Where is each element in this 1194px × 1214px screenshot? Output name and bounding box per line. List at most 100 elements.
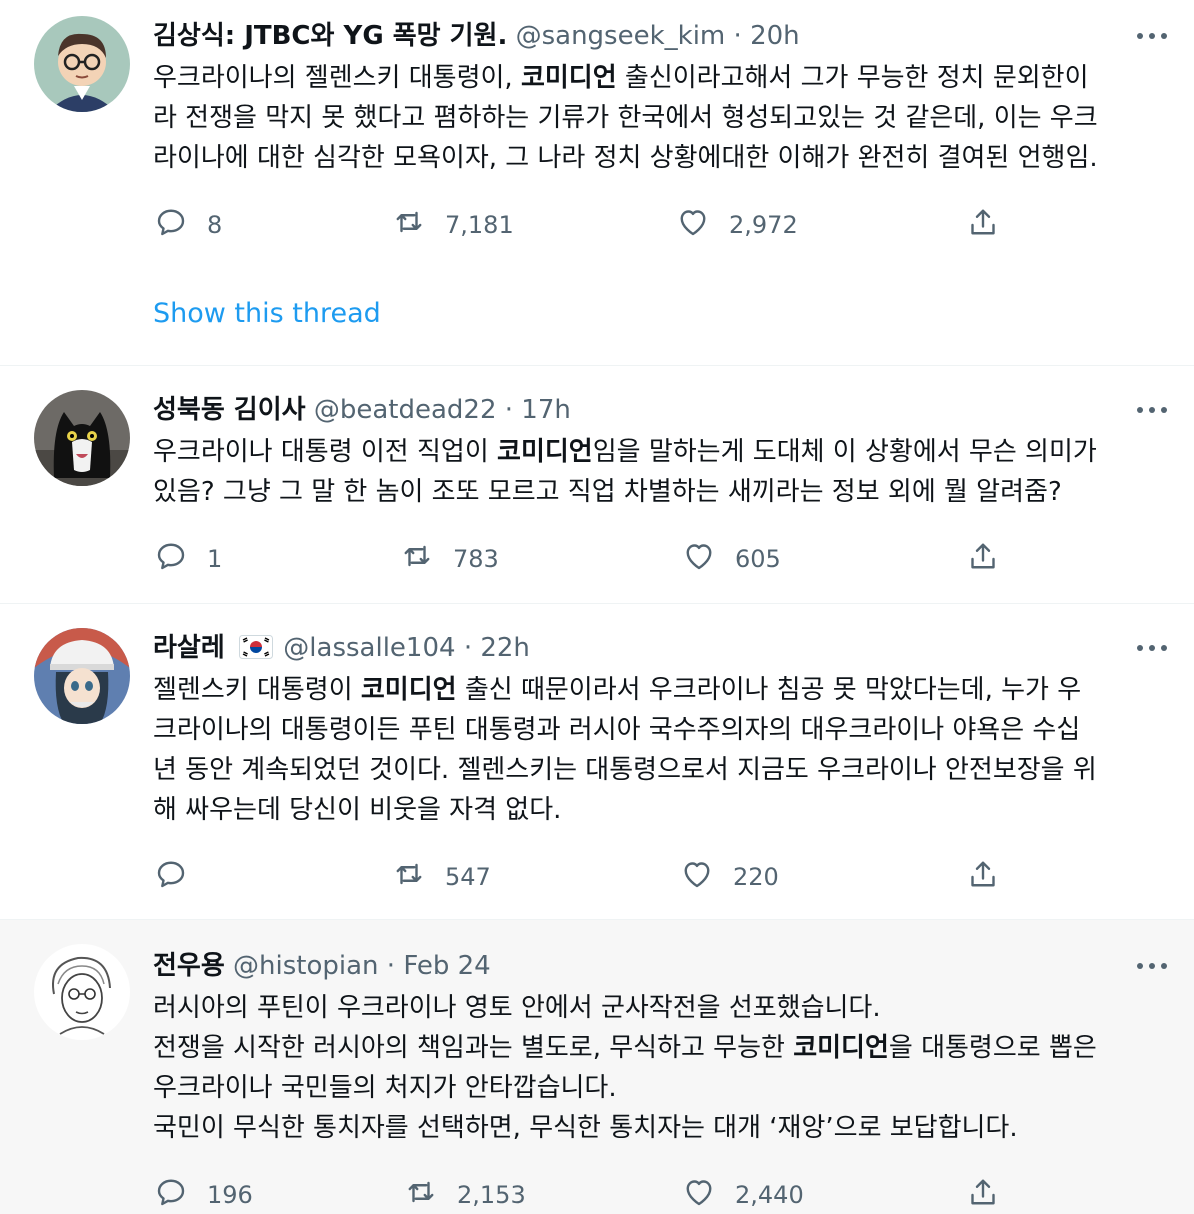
share-button[interactable] [965,859,1001,895]
reply-icon [153,856,189,898]
retweet-icon [391,856,427,898]
reply-icon [153,538,189,580]
retweet-button[interactable]: 7,181 [391,207,514,243]
retweet-icon [403,1174,439,1214]
like-button[interactable]: 220 [679,859,779,895]
tweet-time[interactable]: Feb 24 [403,951,490,981]
tweet-text-line: 우크라이나 대통령 이전 직업이 코미디언임을 말하는게 도대체 이 상황에서 … [153,437,1097,467]
reply-count: 8 [207,211,223,239]
bold-keyword: 코미디언 [793,1033,889,1063]
share-icon [965,1174,1001,1214]
tweet-text-line: 젤렌스키 대통령이 코미디언 출신 때문이라서 우크라이나 침공 못 막았다는데… [153,675,1082,705]
tweet-text-line: 크라이나의 대통령이든 푸틴 대통령과 러시아 국수주의자의 대우크라이나 야욕… [153,715,1081,745]
separator-dot: · [463,633,473,663]
display-name[interactable]: 성북동 김이사 [153,395,306,425]
share-icon [965,856,1001,898]
reply-button[interactable]: 1 [153,541,222,577]
retweet-count: 783 [453,545,499,573]
retweet-icon [399,538,435,580]
separator-dot: · [504,395,514,425]
share-button[interactable] [965,541,1001,577]
reply-count: 196 [207,1181,253,1209]
tweet-time[interactable]: 20h [750,21,800,51]
tweet[interactable]: 김상식: JTBC와 YG 폭망 기원. @sangseek_kim · 20h… [0,0,1194,366]
display-name[interactable]: 라살레 [153,633,225,663]
tweet-text-line: 라 전쟁을 막지 못 했다고 폄하하는 기류가 한국에서 형성되고있는 것 같은… [153,103,1098,133]
tweet-text-line: 전쟁을 시작한 러시아의 책임과는 별도로, 무식하고 무능한 코미디언을 대통… [153,1033,1097,1063]
tweet-actions: 547 220 [153,859,1033,895]
bold-keyword: 코미디언 [497,437,593,467]
tweet-actions: 8 7,181 2,972 [153,207,1033,243]
heart-icon [681,1174,717,1214]
tweet-text: 젤렌스키 대통령이 코미디언 출신 때문이라서 우크라이나 침공 못 막았다는데… [153,670,1173,830]
tweet-feed: 김상식: JTBC와 YG 폭망 기원. @sangseek_kim · 20h… [0,0,1194,1214]
more-icon[interactable] [1134,26,1170,46]
reply-count: 1 [207,545,223,573]
tweet-text: 러시아의 푸틴이 우크라이나 영토 안에서 군사작전을 선포했습니다. 전쟁을 … [153,988,1173,1148]
bold-keyword: 코미디언 [520,63,617,93]
reply-button[interactable] [153,859,207,895]
tweet[interactable]: 성북동 김이사 @beatdead22 · 17h 우크라이나 대통령 이전 직… [0,366,1194,604]
tweet-text-line: 국민이 무식한 통치자를 선택하면, 무식한 통치자는 대개 ‘재앙’으로 보답… [153,1113,1018,1143]
tweet-header: 성북동 김이사 @beatdead22 · 17h [153,393,571,427]
tweet[interactable]: 전우용 @histopian · Feb 24 러시아의 푸틴이 우크라이나 영… [0,920,1194,1214]
reply-icon [153,1174,189,1214]
tweet-header: 라살레 @lassalle104 · 22h [153,631,530,665]
tweet-text: 우크라이나 대통령 이전 직업이 코미디언임을 말하는게 도대체 이 상황에서 … [153,432,1173,512]
retweet-button[interactable]: 783 [399,541,499,577]
avatar[interactable] [34,390,130,486]
user-handle[interactable]: @histopian [233,951,379,981]
like-button[interactable]: 2,440 [681,1177,804,1213]
retweet-button[interactable]: 2,153 [403,1177,526,1213]
tweet-actions: 1 783 605 [153,541,1033,577]
like-count: 2,440 [735,1181,804,1209]
heart-icon [675,204,711,246]
tweet-actions: 196 2,153 2,440 [153,1177,1033,1213]
more-icon[interactable] [1134,956,1170,976]
tweet-header: 김상식: JTBC와 YG 폭망 기원. @sangseek_kim · 20h [153,19,800,53]
like-button[interactable]: 2,972 [675,207,798,243]
retweet-button[interactable]: 547 [391,859,491,895]
user-handle[interactable]: @beatdead22 [314,395,497,425]
more-icon[interactable] [1134,638,1170,658]
tweet-time[interactable]: 22h [480,633,530,663]
avatar[interactable] [34,16,130,112]
tweet-text-line: 있음? 그냥 그 말 한 놈이 조또 모르고 직업 차별하는 새끼라는 정보 외… [153,477,1062,507]
share-icon [965,204,1001,246]
reply-button[interactable]: 8 [153,207,222,243]
share-button[interactable] [965,1177,1001,1213]
tweet-text-line: 년 동안 계속되었던 것이다. 젤렌스키는 대통령으로서 지금도 우크라이나 안… [153,755,1097,785]
separator-dot: · [733,21,742,51]
display-name[interactable]: 김상식: JTBC와 YG 폭망 기원. [153,21,507,51]
tweet-time[interactable]: 17h [521,395,571,425]
heart-icon [679,856,715,898]
user-handle[interactable]: @lassalle104 [283,633,455,663]
more-icon[interactable] [1134,400,1170,420]
tweet-text-line: 우크라이나의 젤렌스키 대통령이, 코미디언 출신이라고해서 그가 무능한 정치… [153,63,1089,93]
avatar[interactable] [34,944,130,1040]
avatar[interactable] [34,628,130,724]
user-handle[interactable]: @sangseek_kim [516,21,726,51]
display-name[interactable]: 전우용 [153,951,225,981]
reply-icon [153,204,189,246]
tweet-text: 우크라이나의 젤렌스키 대통령이, 코미디언 출신이라고해서 그가 무능한 정치… [153,58,1173,178]
tweet-text-line: 라이나에 대한 심각한 모욕이자, 그 나라 정치 상황에대한 이해가 완전히 … [153,143,1098,173]
share-button[interactable] [965,207,1001,243]
reply-button[interactable]: 196 [153,1177,253,1213]
tweet[interactable]: 라살레 @lassalle104 · 22h 젤렌스키 대통령이 코미디언 출신… [0,604,1194,920]
tweet-text-line: 러시아의 푸틴이 우크라이나 영토 안에서 군사작전을 선포했습니다. [153,993,881,1023]
share-icon [965,538,1001,580]
tweet-text-line: 해 싸우는데 당신이 비웃을 자격 없다. [153,795,562,825]
retweet-count: 2,153 [457,1181,526,1209]
separator-dot: · [386,951,396,981]
korean-flag-icon [239,634,274,659]
like-count: 220 [733,863,779,891]
like-count: 2,972 [729,211,798,239]
retweet-count: 547 [445,863,491,891]
like-button[interactable]: 605 [681,541,781,577]
heart-icon [681,538,717,580]
retweet-icon [391,204,427,246]
retweet-count: 7,181 [445,211,514,239]
show-thread-link[interactable]: Show this thread [153,298,381,329]
tweet-text-line: 우크라이나 국민들의 처지가 안타깝습니다. [153,1073,617,1103]
